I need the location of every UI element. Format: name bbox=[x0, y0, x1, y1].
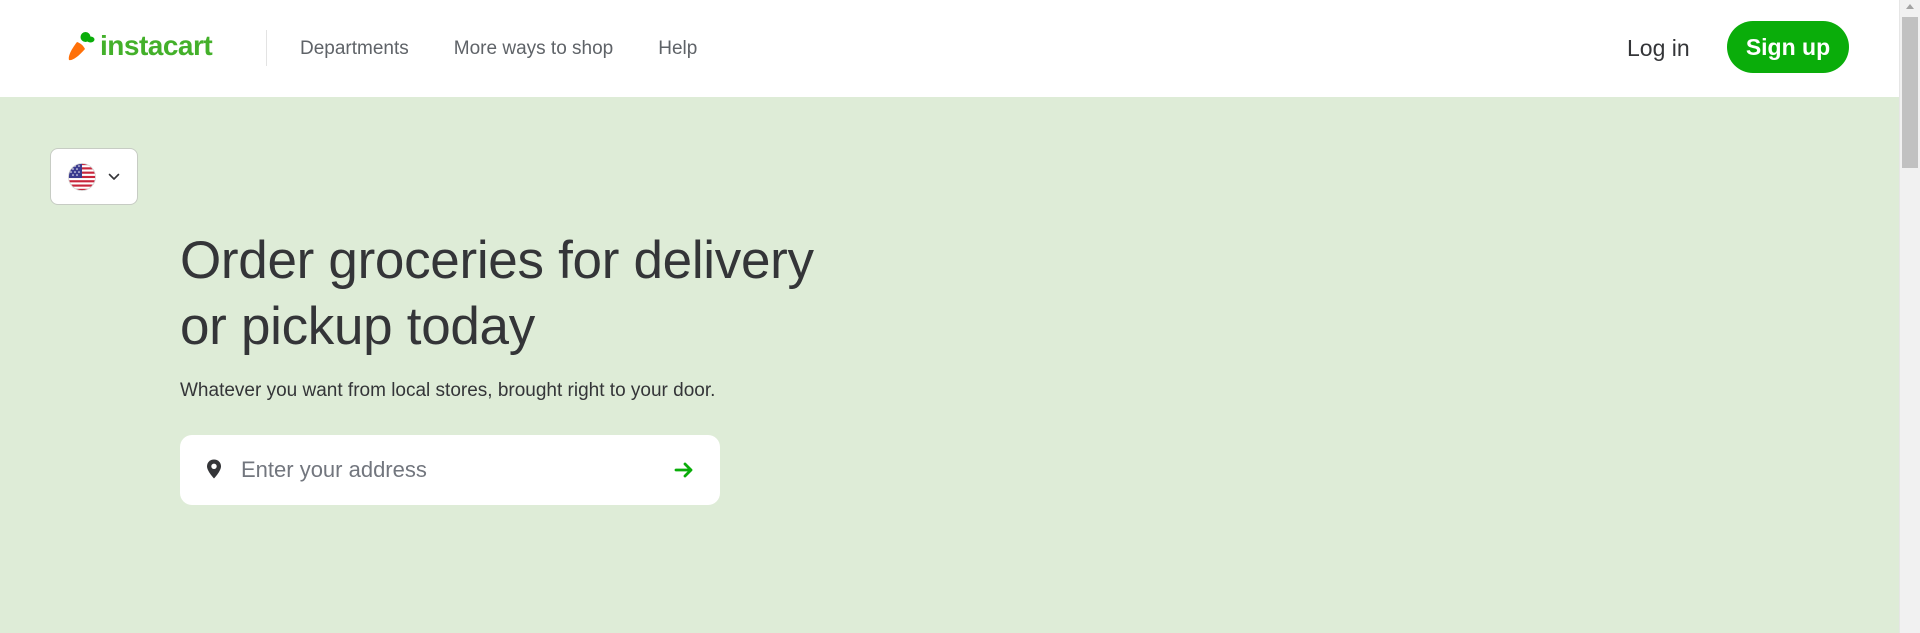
arrow-right-icon bbox=[674, 462, 693, 478]
scrollbar-thumb[interactable] bbox=[1902, 17, 1918, 168]
nav-help[interactable]: Help bbox=[658, 38, 697, 60]
site-header: instacart Departments More ways to shop … bbox=[0, 0, 1899, 97]
address-submit-button[interactable] bbox=[668, 454, 700, 486]
vertical-scrollbar[interactable] bbox=[1899, 0, 1920, 633]
headline-line-1: Order groceries for delivery bbox=[180, 231, 814, 290]
address-input[interactable] bbox=[241, 435, 641, 505]
chevron-down-icon bbox=[108, 173, 120, 180]
hero-subtext: Whatever you want from local stores, bro… bbox=[180, 380, 716, 401]
signup-button[interactable]: Sign up bbox=[1727, 21, 1849, 73]
scroll-up-arrow-icon[interactable] bbox=[1906, 4, 1914, 9]
hero-section: Order groceries for delivery or pickup t… bbox=[0, 97, 1899, 633]
us-flag-icon bbox=[68, 162, 96, 191]
nav-more-ways-to-shop[interactable]: More ways to shop bbox=[454, 38, 613, 60]
page: instacart Departments More ways to shop … bbox=[0, 0, 1899, 633]
headline-line-2: or pickup today bbox=[180, 297, 535, 356]
carrot-logo-icon bbox=[68, 32, 95, 61]
header-divider bbox=[266, 30, 267, 66]
address-search-box bbox=[180, 435, 720, 505]
login-link[interactable]: Log in bbox=[1627, 0, 1690, 97]
main-nav: Departments More ways to shop Help bbox=[300, 0, 742, 97]
instacart-logo[interactable]: instacart bbox=[66, 28, 213, 64]
browser-viewport: instacart Departments More ways to shop … bbox=[0, 0, 1920, 633]
brand-wordmark: instacart bbox=[100, 30, 213, 61]
nav-departments[interactable]: Departments bbox=[300, 38, 409, 60]
country-selector[interactable] bbox=[50, 148, 138, 205]
map-pin-icon bbox=[207, 459, 221, 479]
hero-headline: Order groceries for delivery or pickup t… bbox=[180, 228, 940, 360]
